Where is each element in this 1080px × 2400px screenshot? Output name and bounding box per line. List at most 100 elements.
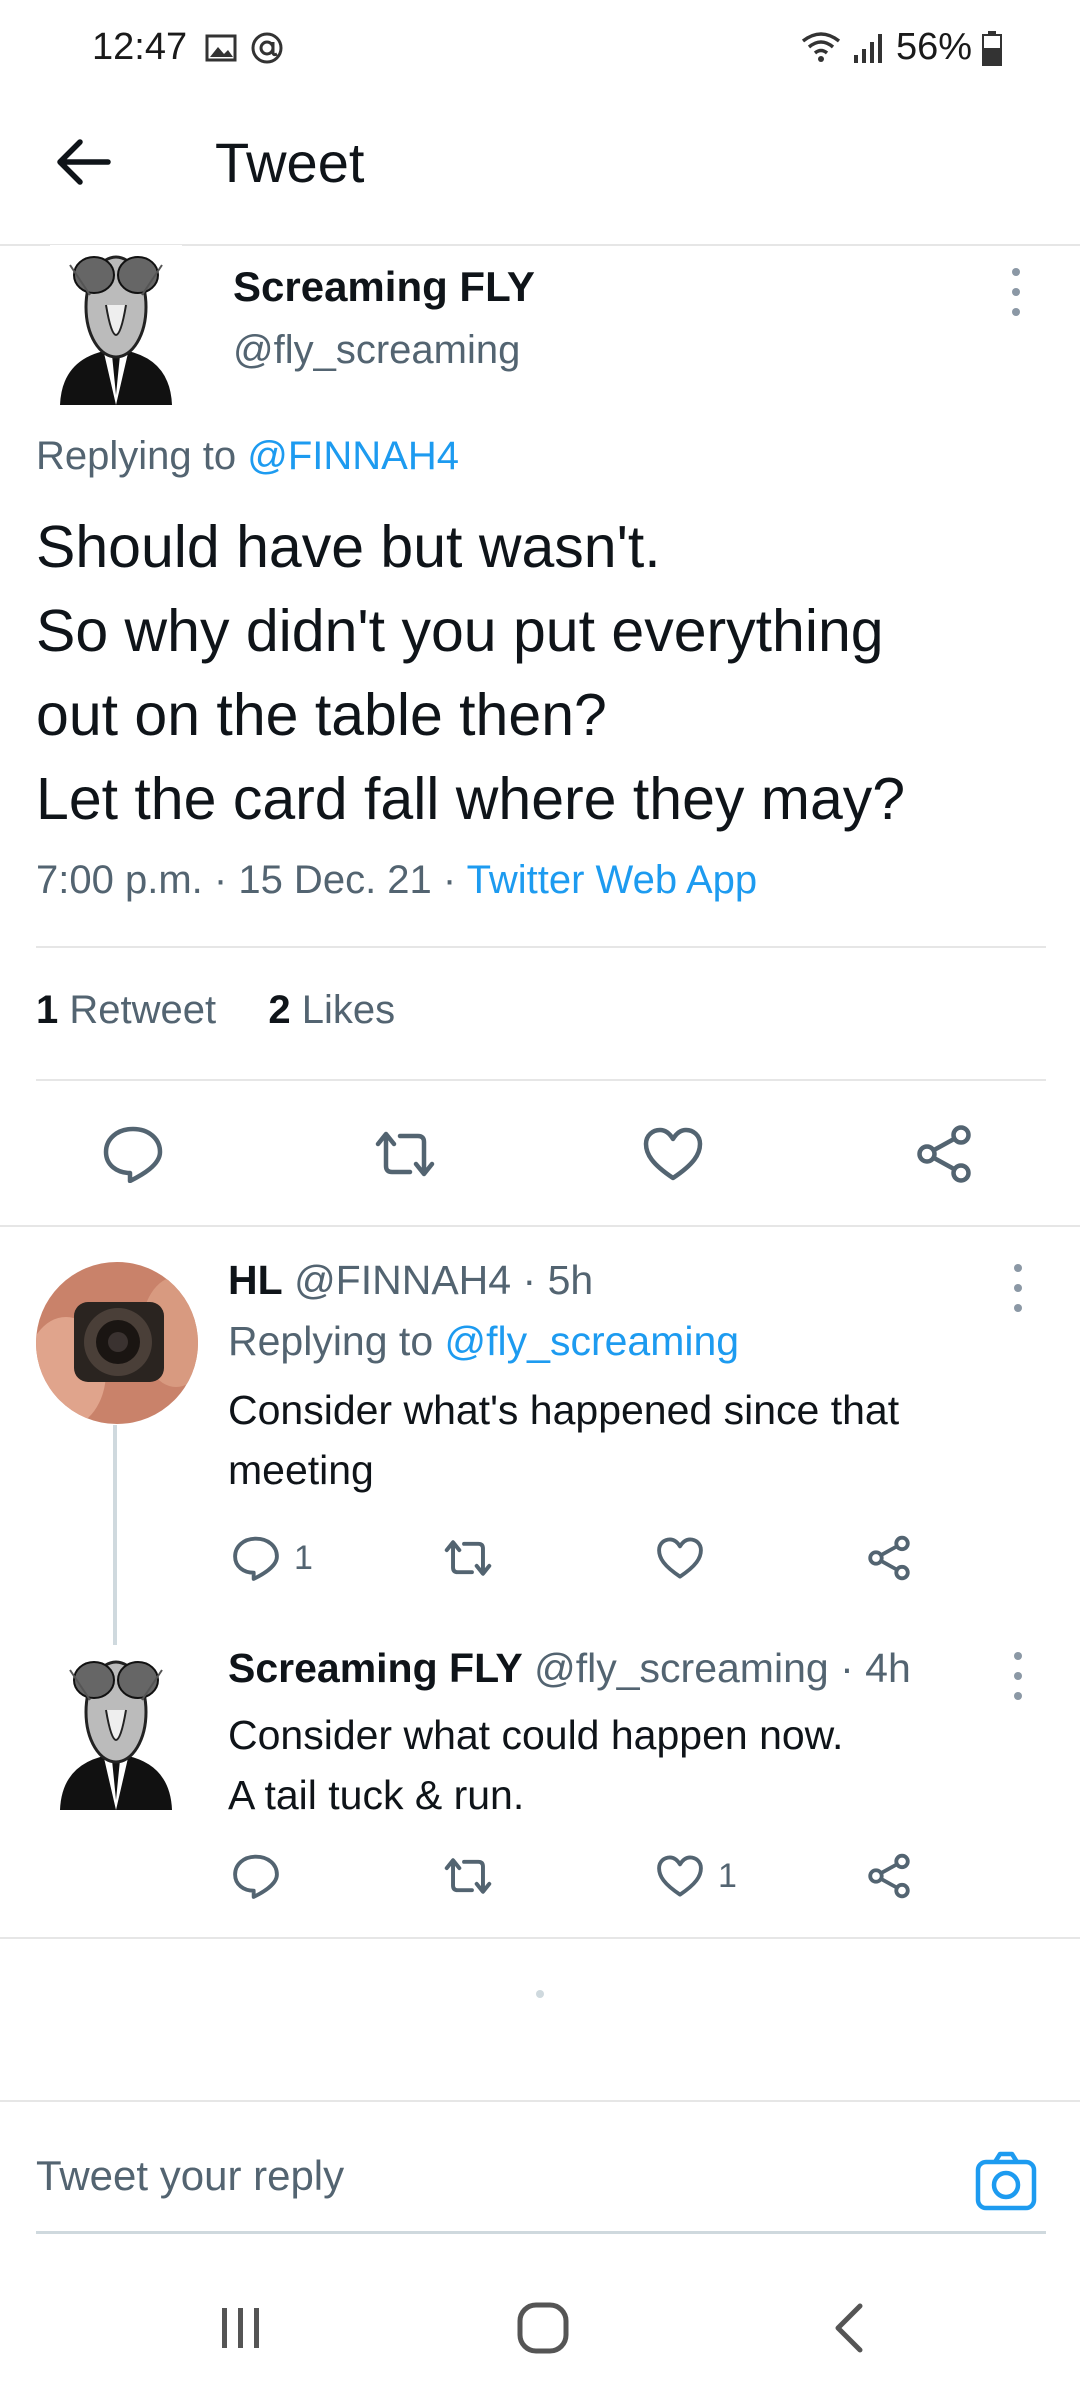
fly-avatar-image [60, 1660, 172, 1810]
share-icon [868, 1535, 910, 1581]
battery-percent: 56% [895, 26, 972, 68]
status-bar: 12:47 56% [0, 0, 1080, 100]
reply-input-underline [36, 2231, 1046, 2234]
divider [0, 1225, 1080, 1227]
divider [0, 1937, 1080, 1939]
meta-separator: · [840, 1645, 854, 1691]
more-options-icon[interactable] [1008, 1646, 1028, 1706]
share-action[interactable] [866, 1530, 912, 1586]
reply-header: HL @FINNAH4 · 5h [228, 1257, 593, 1304]
reply-author-handle[interactable]: @FINNAH4 [294, 1257, 511, 1303]
retweet-action[interactable] [442, 1530, 494, 1586]
reply-line: Consider what's happened since that [228, 1387, 900, 1433]
like-count: 2 [268, 988, 291, 1032]
replying-to-handle[interactable]: @fly_screaming [445, 1318, 740, 1364]
system-nav-bar [0, 2270, 1080, 2400]
reply-line: A tail tuck & run. [228, 1772, 525, 1818]
tweet-time: 7:00 p.m. [36, 858, 203, 902]
like-action[interactable]: 1 [656, 1848, 737, 1904]
reply-author-name[interactable]: Screaming FLY [228, 1645, 523, 1691]
replying-to-line: Replying to @fly_screaming [228, 1318, 739, 1365]
likes-label: Likes [301, 988, 396, 1032]
reply-author-name[interactable]: HL [228, 1257, 283, 1303]
avatar-screaming-fly[interactable] [50, 1650, 182, 1810]
reply-body: Consider what's happened since that meet… [228, 1380, 1048, 1500]
tweet-line: out on the table then? [36, 682, 607, 748]
tweet-date: 15 Dec. 21 [238, 858, 432, 902]
fly-avatar-image [60, 255, 172, 405]
share-action[interactable] [866, 1848, 912, 1904]
reply-age: 4h [865, 1645, 911, 1691]
replying-to-label: Replying to [228, 1318, 445, 1364]
camera-icon[interactable] [975, 2150, 1037, 2212]
share-icon[interactable] [914, 1124, 974, 1184]
retweet-icon [444, 1858, 492, 1894]
app-header [0, 100, 1080, 246]
page-title: Tweet [215, 131, 365, 194]
share-icon [868, 1853, 910, 1899]
retweet-count: 1 [36, 988, 59, 1032]
recent-apps-icon[interactable] [218, 2304, 264, 2352]
tweet-stats: 1 Retweet 2 Likes [36, 988, 395, 1033]
like-count: 1 [718, 1856, 737, 1895]
home-icon[interactable] [515, 2300, 571, 2356]
status-system-icons: 56% [800, 26, 1002, 69]
author-name[interactable]: Screaming FLY [233, 263, 535, 311]
thread-connector [113, 1425, 117, 1645]
retweets-stat[interactable]: 1 Retweet [36, 988, 216, 1032]
gallery-icon [205, 34, 237, 62]
more-options-icon[interactable] [1008, 1258, 1028, 1318]
retweet-icon [444, 1540, 492, 1576]
tweet-meta: 7:00 p.m. · 15 Dec. 21 · Twitter Web App [36, 858, 757, 903]
reply-line: Consider what could happen now. [228, 1712, 844, 1758]
reply-icon [233, 1536, 279, 1581]
reply-bar-divider [0, 2100, 1080, 2102]
meta-separator: · [213, 858, 239, 902]
divider [36, 1079, 1046, 1081]
meta-separator: · [522, 1257, 537, 1303]
replying-to-label: Replying to [36, 434, 248, 478]
back-nav-icon[interactable] [828, 2302, 868, 2354]
avatar-hl[interactable] [36, 1262, 198, 1424]
reply-input[interactable]: Tweet your reply [36, 2152, 344, 2200]
at-icon [251, 32, 283, 64]
like-action[interactable] [656, 1530, 718, 1586]
camera-avatar-image [36, 1262, 198, 1424]
divider [36, 946, 1046, 948]
status-time: 12:47 [92, 26, 188, 68]
retweet-action[interactable] [442, 1848, 494, 1904]
battery-icon [982, 30, 1002, 66]
status-notification-icons [205, 30, 285, 66]
more-options-icon[interactable] [1006, 262, 1026, 322]
back-arrow-icon[interactable] [52, 130, 116, 194]
tweet-line: So why didn't you put everything [36, 598, 884, 664]
signal-icon [853, 33, 882, 63]
wifi-icon [801, 31, 841, 62]
retweet-icon[interactable] [372, 1128, 438, 1180]
like-heart-icon [657, 1855, 703, 1897]
tweet-line: Let the card fall where they may? [36, 766, 906, 832]
reply-action[interactable]: 1 [232, 1530, 313, 1586]
author-handle[interactable]: @fly_screaming [233, 328, 520, 373]
reply-action[interactable] [232, 1848, 294, 1904]
like-heart-icon [657, 1537, 703, 1579]
retweet-label: Retweet [69, 988, 217, 1032]
like-heart-icon[interactable] [642, 1126, 704, 1182]
reply-age: 5h [547, 1257, 594, 1303]
reply-line: meeting [228, 1447, 374, 1493]
reply-count: 1 [294, 1538, 313, 1577]
likes-stat[interactable]: 2 Likes [268, 988, 395, 1032]
reply-body: Consider what could happen now. A tail t… [228, 1705, 1048, 1825]
replying-to-line: Replying to @FINNAH4 [36, 434, 459, 479]
reply-header: Screaming FLY @fly_screaming · 4h [228, 1645, 911, 1692]
reply-icon [233, 1854, 279, 1899]
meta-separator: · [442, 858, 467, 902]
replying-to-handle[interactable]: @FINNAH4 [247, 434, 459, 478]
loading-dot [536, 1990, 544, 1998]
tweet-line: Should have but wasn't. [36, 514, 661, 580]
avatar-screaming-fly[interactable] [50, 245, 182, 405]
reply-author-handle[interactable]: @fly_screaming [534, 1645, 829, 1691]
tweet-source[interactable]: Twitter Web App [467, 858, 758, 902]
reply-icon[interactable] [102, 1125, 164, 1183]
tweet-body: Should have but wasn't. So why didn't yo… [36, 505, 1046, 841]
